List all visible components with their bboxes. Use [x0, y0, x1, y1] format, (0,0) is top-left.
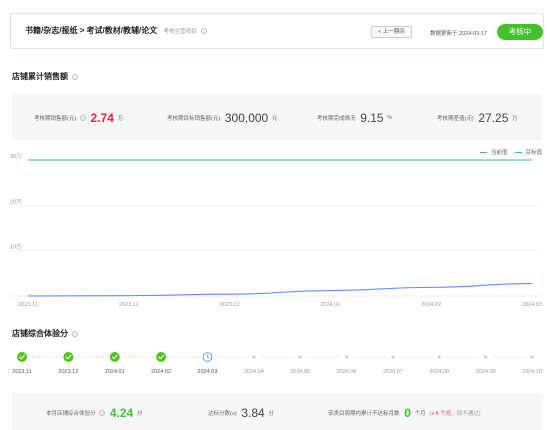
fail-unit: 个月 [414, 411, 426, 417]
kpi-completion: 考核期完成情况 9.15 % [317, 111, 392, 125]
score-section-title: 店铺综合体验分 ? [12, 328, 79, 339]
kpi-target: 考核期目标销售额(元) 300,000 元 [167, 111, 277, 125]
legend-label-target[interactable]: 目标值 [525, 150, 542, 156]
timeline-month-label: 2024.07 [382, 369, 403, 375]
timeline-month-label: 2023.12 [58, 369, 79, 375]
status-badge: 考核中 [497, 24, 543, 40]
pass-label: 达标分数(≥) [208, 411, 237, 417]
kpi-value: 2.74 [90, 111, 114, 125]
kpi-gap: 考核期差值(元) 27.25 万 [437, 111, 518, 125]
timeline-month-label: 2024.08 [429, 369, 450, 375]
timeline-month-label: 2024.05 [290, 369, 311, 375]
kpi-value: 9.15 [360, 111, 384, 125]
x-tick-label: 2023.11 [119, 302, 138, 308]
x-tick-label: 2024.02 [421, 302, 441, 308]
x-tick-label: 2023.12 [220, 302, 240, 308]
y-tick-label: 30万 [10, 153, 22, 160]
pass-score: 达标分数(≥) 3.84 分 [208, 406, 274, 420]
kpi-unit: 万 [512, 116, 518, 122]
series-line [27, 283, 533, 297]
fail-months: 该类目周期内累计不达标月数 0 个月 (≥ 6 个月，即不通过) [328, 406, 481, 420]
category-breadcrumb: 书籍/杂志/报纸 > 考试/教材/教辅/论文 [25, 26, 158, 35]
sales-section-title: 店铺累计销售额 ? [12, 71, 79, 82]
score-label: 本月店铺综合体验分 [46, 411, 96, 417]
y-tick-label: 10万 [10, 244, 22, 251]
timeline-dot [484, 355, 488, 359]
kpi-value: 27.25 [478, 111, 509, 125]
monthly-score: 本月店铺综合体验分 ? 4.24 分 [46, 406, 142, 420]
help-icon[interactable]: ? [79, 115, 86, 121]
fail-note: (≥ 6 个月，即不通过) [429, 411, 480, 417]
check-icon [17, 352, 27, 362]
timeline-month-label: 2023.11 [12, 369, 32, 375]
check-icon [109, 352, 120, 362]
kpi-unit: 元 [271, 116, 278, 122]
legend-label-current[interactable]: 当前值 [491, 150, 508, 156]
help-icon[interactable]: ? [200, 27, 207, 34]
check-mark [65, 354, 72, 360]
sales-title-text: 店铺累计销售额 [12, 72, 68, 81]
pass-value: 3.84 [241, 406, 265, 420]
help-icon[interactable]: ? [72, 330, 79, 337]
check-mark [111, 354, 118, 360]
timeline-month-label: 2024.06 [336, 369, 357, 375]
kpi-unit: % [387, 115, 393, 121]
fail-note-highlight: ≥ 6 个月 [431, 411, 452, 417]
fail-note-suffix: ，即不通过) [451, 411, 481, 417]
score-value: 4.24 [109, 406, 134, 420]
kpi-label: 考核期完成情况 [317, 116, 356, 122]
y-tick-label: 20万 [10, 198, 22, 205]
page: 书籍/杂志/报纸 > 考试/教材/教辅/论文 考核主营项目 ? < 上一期间 数… [0, 0, 550, 430]
update-info: 数据更新于 2024-03-17 [430, 29, 487, 37]
timeline-dot [391, 355, 395, 359]
legend-swatch-current [480, 151, 488, 154]
x-tick-label: 2024.01 [320, 302, 340, 308]
kpi-unit: 万 [117, 116, 124, 122]
help-icon[interactable]: ? [99, 410, 106, 416]
check-mark [158, 354, 165, 360]
legend-swatch-target [514, 151, 522, 154]
sales-kpi-row: 考核期销售额(元) ? 2.74 万 考核期目标销售额(元) 300,000 元… [12, 94, 542, 140]
timeline-month-label: 2024.03 [197, 369, 218, 375]
fail-value: 0 [404, 406, 411, 420]
timeline-month-label: 2024.09 [475, 369, 496, 375]
sales-line-chart: 10万 20万 30万 2023.11 2023.11 2023.12 2024.01 202… [10, 153, 542, 362]
score-title-text: 店铺综合体验分 [12, 329, 68, 338]
kpi-label: 考核期销售额(元) [34, 116, 77, 122]
timeline-dot [437, 355, 441, 359]
subtitle: 考核主营项目 [163, 29, 197, 35]
kpi-value: 300,000 [224, 111, 269, 125]
kpi-sales: 考核期销售额(元) ? 2.74 万 [34, 111, 123, 125]
breadcrumb: 书籍/杂志/报纸 > 考试/教材/教辅/论文 考核主营项目 ? [25, 25, 207, 36]
help-icon[interactable]: ? [72, 73, 79, 80]
x-tick-label: 2024.03 [522, 302, 542, 308]
assessment-header: 书籍/杂志/报纸 > 考试/教材/教辅/论文 考核主营项目 ? < 上一期间 数… [10, 13, 544, 49]
timeline-dot [252, 355, 256, 359]
score-unit: 分 [136, 411, 143, 417]
fail-label: 该类目周期内累计不达标月数 [328, 411, 400, 417]
timeline-month-label: 2024.10 [522, 369, 542, 375]
chart-legend: 当前值 目标值 [474, 148, 542, 156]
timeline-dot [344, 355, 349, 359]
timeline-month-label: 2024.02 [151, 369, 172, 375]
timeline-month-label: 2024.04 [243, 369, 264, 375]
score-summary-row: 本月店铺综合体验分 ? 4.24 分 达标分数(≥) 3.84 分 该类目周期内… [12, 393, 542, 430]
kpi-label: 考核期差值(元) [437, 116, 474, 122]
timeline-dot [530, 355, 534, 359]
timeline-dot [298, 355, 302, 359]
check-icon [156, 352, 167, 362]
update-label: 数据更新于 [430, 31, 458, 37]
check-mark [19, 354, 25, 360]
kpi-label: 考核期目标销售额(元) [167, 116, 221, 122]
prev-period-button[interactable]: < 上一期间 [371, 26, 412, 38]
clock-icon [202, 352, 213, 362]
clock-hand [207, 354, 210, 359]
timeline-month-label: 2024.01 [104, 369, 125, 375]
x-tick-label: 2023.11 [18, 302, 37, 308]
pass-unit: 分 [268, 411, 274, 417]
check-icon [63, 352, 74, 362]
update-date: 2024-03-17 [459, 31, 488, 37]
